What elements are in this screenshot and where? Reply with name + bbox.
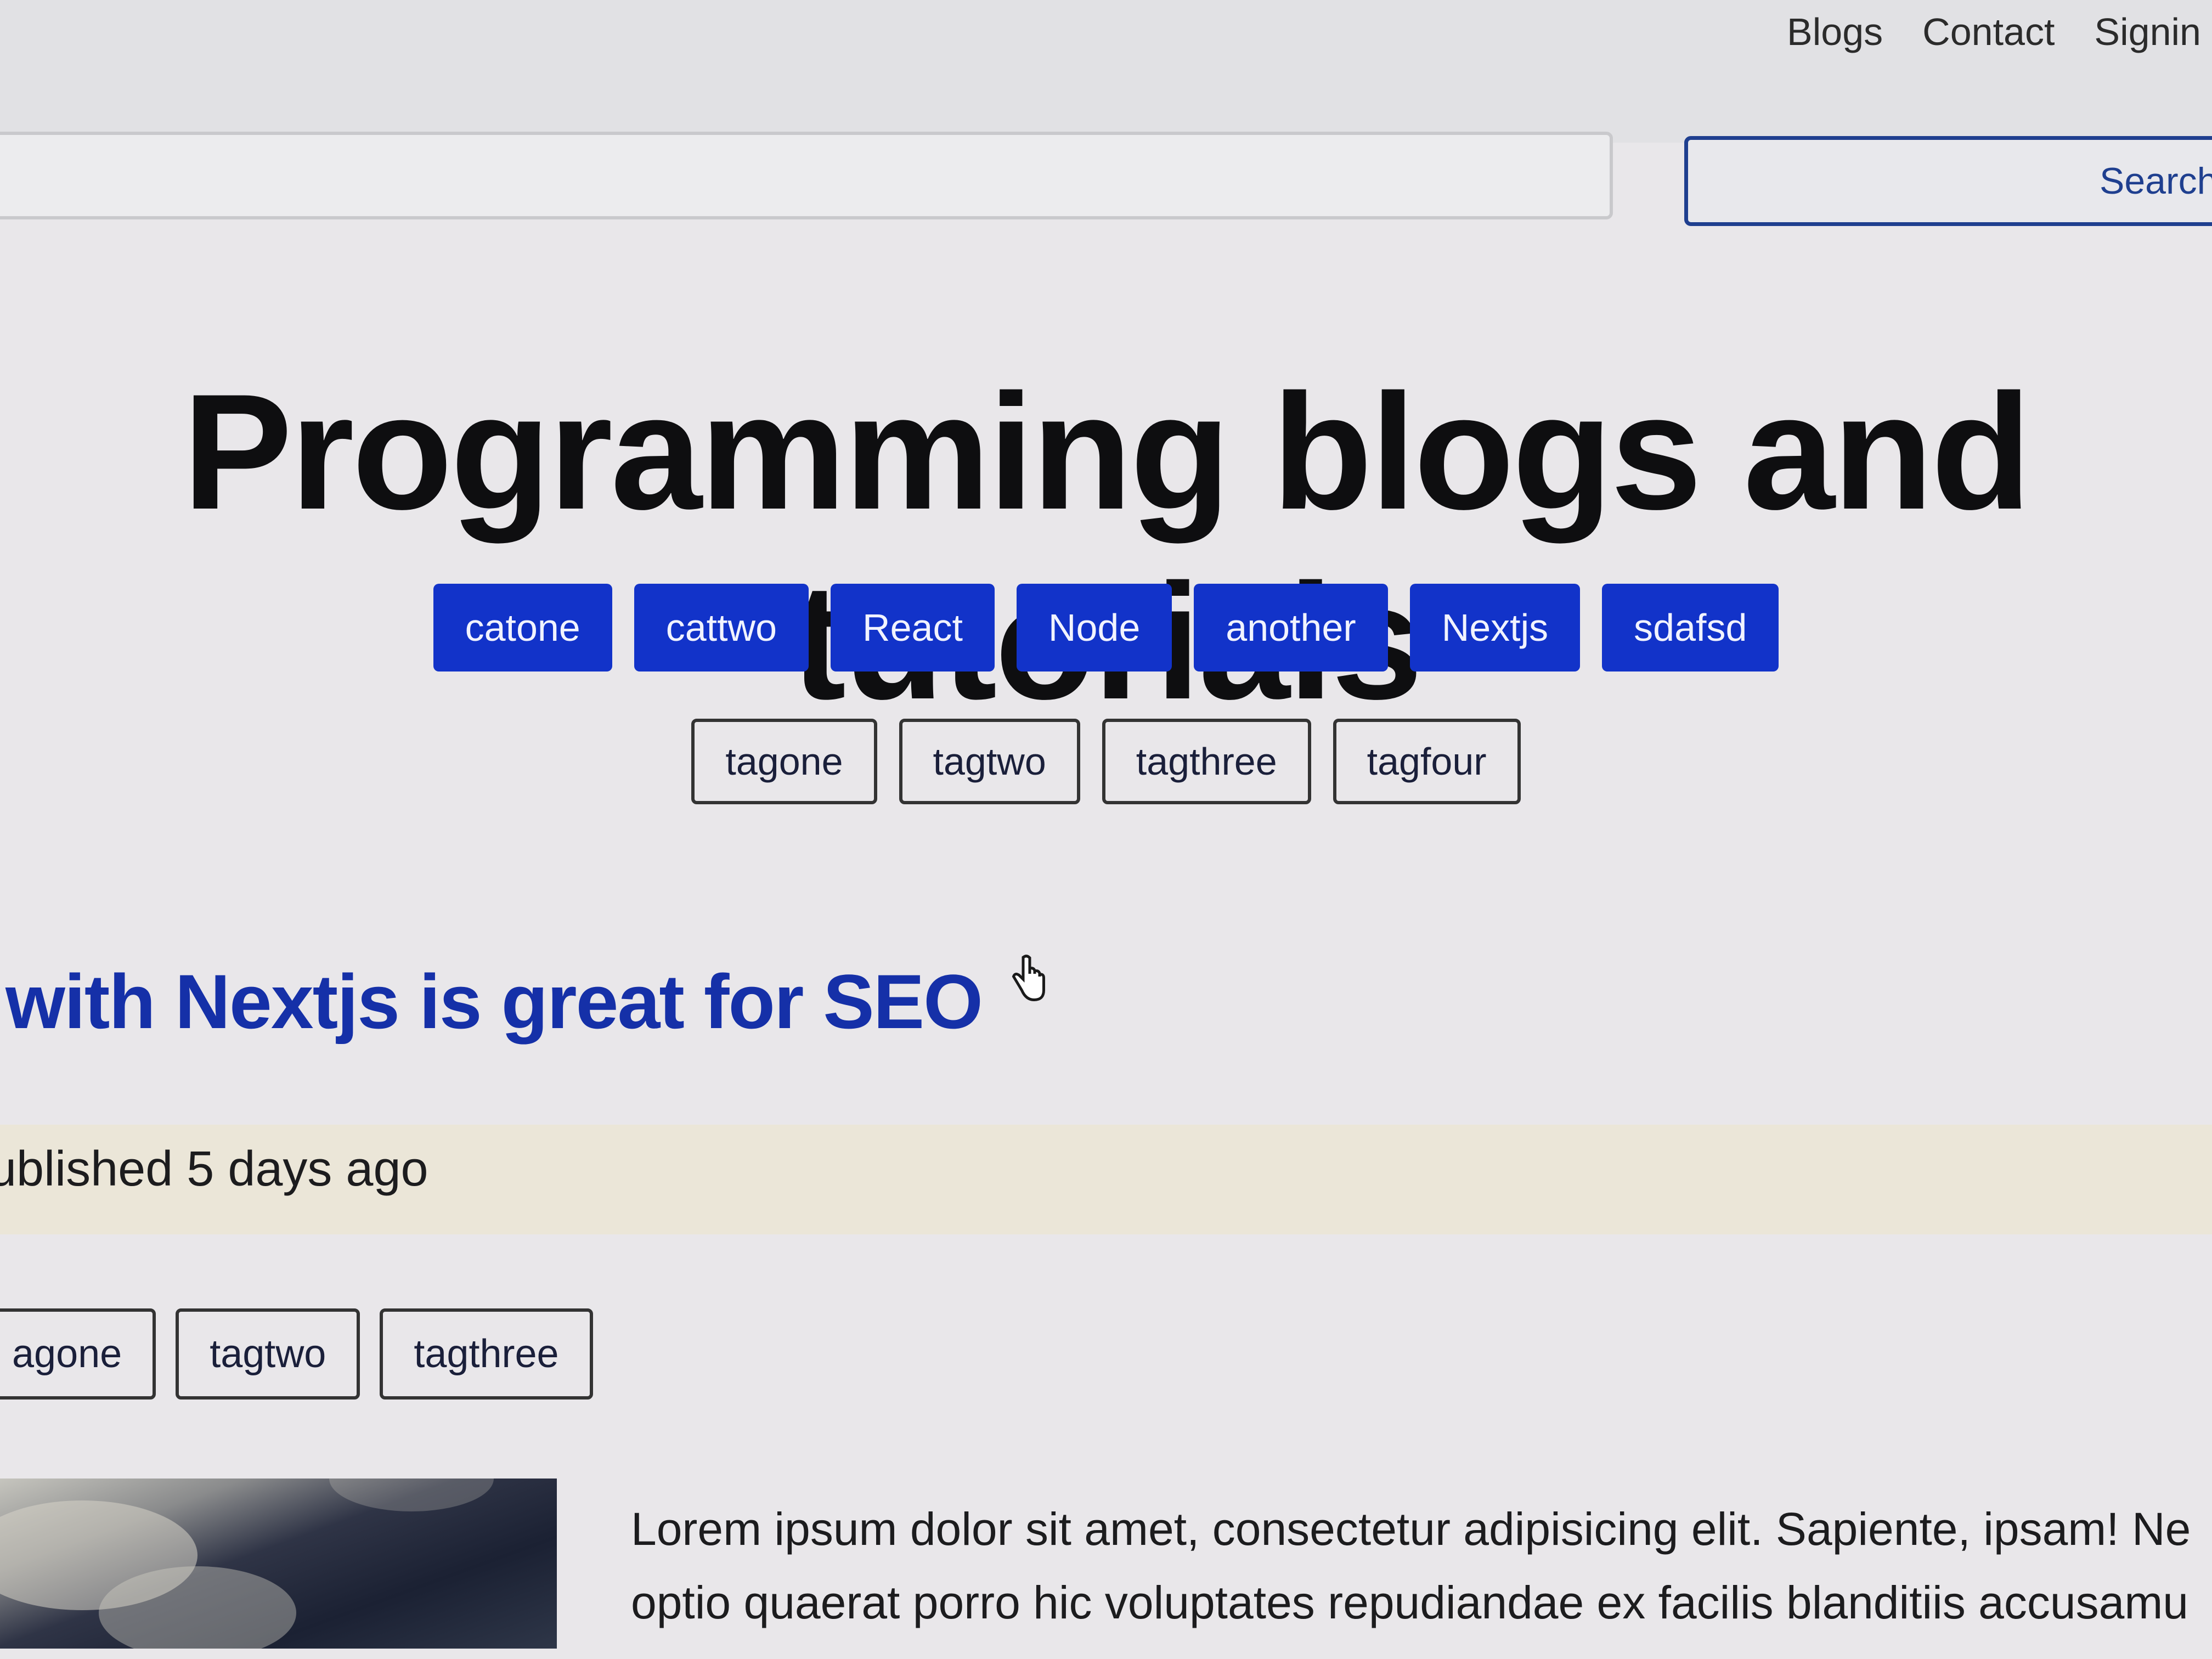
tag-tagthree[interactable]: tagthree [1102, 719, 1311, 804]
post-excerpt-line: optio quaerat porro hic voluptates repud… [631, 1577, 2189, 1628]
hand-pointer-icon [1012, 955, 1045, 1002]
category-node[interactable]: Node [1016, 584, 1172, 672]
category-react[interactable]: React [831, 584, 995, 672]
top-nav: Blogs Contact Signin [1787, 10, 2201, 54]
search-input[interactable] [0, 132, 1613, 219]
post-tag-tagone[interactable]: agone [0, 1308, 156, 1400]
nav-blogs-link[interactable]: Blogs [1787, 10, 1883, 54]
category-another[interactable]: another [1194, 584, 1388, 672]
post-tag-list: agone tagtwo tagthree [0, 1308, 593, 1400]
page-title: Programming blogs and tutorials [182, 359, 2032, 733]
post-tag-tagtwo[interactable]: tagtwo [176, 1308, 360, 1400]
category-cattwo[interactable]: cattwo [634, 584, 809, 672]
post-title-link[interactable]: with Nextjs is great for SEO [5, 957, 983, 1046]
search-button[interactable]: Search [1684, 136, 2212, 226]
post-excerpt-line: Lorem ipsum dolor sit amet, consectetur … [631, 1503, 2191, 1555]
post-excerpt: Lorem ipsum dolor sit amet, consectetur … [631, 1492, 2212, 1639]
nav-signin-link[interactable]: Signin [2094, 10, 2201, 54]
tag-list: tagone tagtwo tagthree tagfour [0, 719, 2212, 804]
tag-tagone[interactable]: tagone [691, 719, 877, 804]
category-sdafsd[interactable]: sdafsd [1602, 584, 1779, 672]
nav-contact-link[interactable]: Contact [1922, 10, 2055, 54]
category-nextjs[interactable]: Nextjs [1409, 584, 1581, 672]
post-thumbnail-image [0, 1479, 557, 1649]
tag-tagfour[interactable]: tagfour [1333, 719, 1521, 804]
category-catone[interactable]: catone [433, 584, 612, 672]
post-tag-tagthree[interactable]: tagthree [380, 1308, 593, 1400]
category-list: catone cattwo React Node another Nextjs … [0, 584, 2212, 672]
tag-tagtwo[interactable]: tagtwo [899, 719, 1080, 804]
post-published-date: ublished 5 days ago [0, 1142, 428, 1197]
